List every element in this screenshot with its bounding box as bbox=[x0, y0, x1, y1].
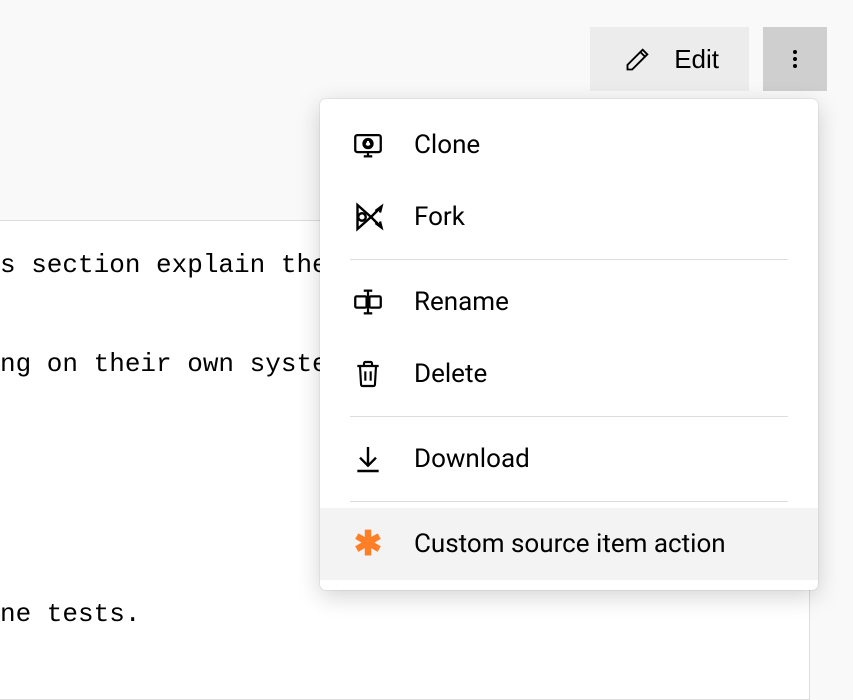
menu-label: Rename bbox=[414, 287, 509, 317]
more-button[interactable] bbox=[763, 27, 827, 91]
edit-label: Edit bbox=[674, 44, 719, 75]
menu-item-fork[interactable]: Fork bbox=[320, 181, 818, 253]
fork-icon bbox=[350, 199, 386, 235]
menu-label: Fork bbox=[414, 202, 465, 232]
menu-label: Clone bbox=[414, 130, 480, 160]
pencil-icon bbox=[620, 41, 656, 77]
menu-item-rename[interactable]: Rename bbox=[320, 266, 818, 338]
toolbar: Edit bbox=[0, 0, 853, 100]
more-vertical-icon bbox=[783, 47, 807, 71]
asterisk-icon: ✱ bbox=[350, 526, 386, 562]
menu-label: Custom source item action bbox=[414, 529, 726, 559]
menu-label: Delete bbox=[414, 359, 487, 389]
menu-item-delete[interactable]: Delete bbox=[320, 338, 818, 410]
clone-icon bbox=[350, 127, 386, 163]
menu-item-download[interactable]: Download bbox=[320, 423, 818, 495]
menu-divider bbox=[350, 416, 788, 417]
menu-divider bbox=[350, 501, 788, 502]
menu-item-clone[interactable]: Clone bbox=[320, 109, 818, 181]
context-menu: Clone Fork Rename bbox=[320, 99, 818, 590]
content-line: ne tests. bbox=[0, 590, 809, 639]
menu-divider bbox=[350, 259, 788, 260]
download-icon bbox=[350, 441, 386, 477]
menu-label: Download bbox=[414, 444, 530, 474]
menu-item-custom-action[interactable]: ✱ Custom source item action bbox=[320, 508, 818, 580]
trash-icon bbox=[350, 356, 386, 392]
edit-button[interactable]: Edit bbox=[590, 27, 749, 91]
rename-icon bbox=[350, 284, 386, 320]
